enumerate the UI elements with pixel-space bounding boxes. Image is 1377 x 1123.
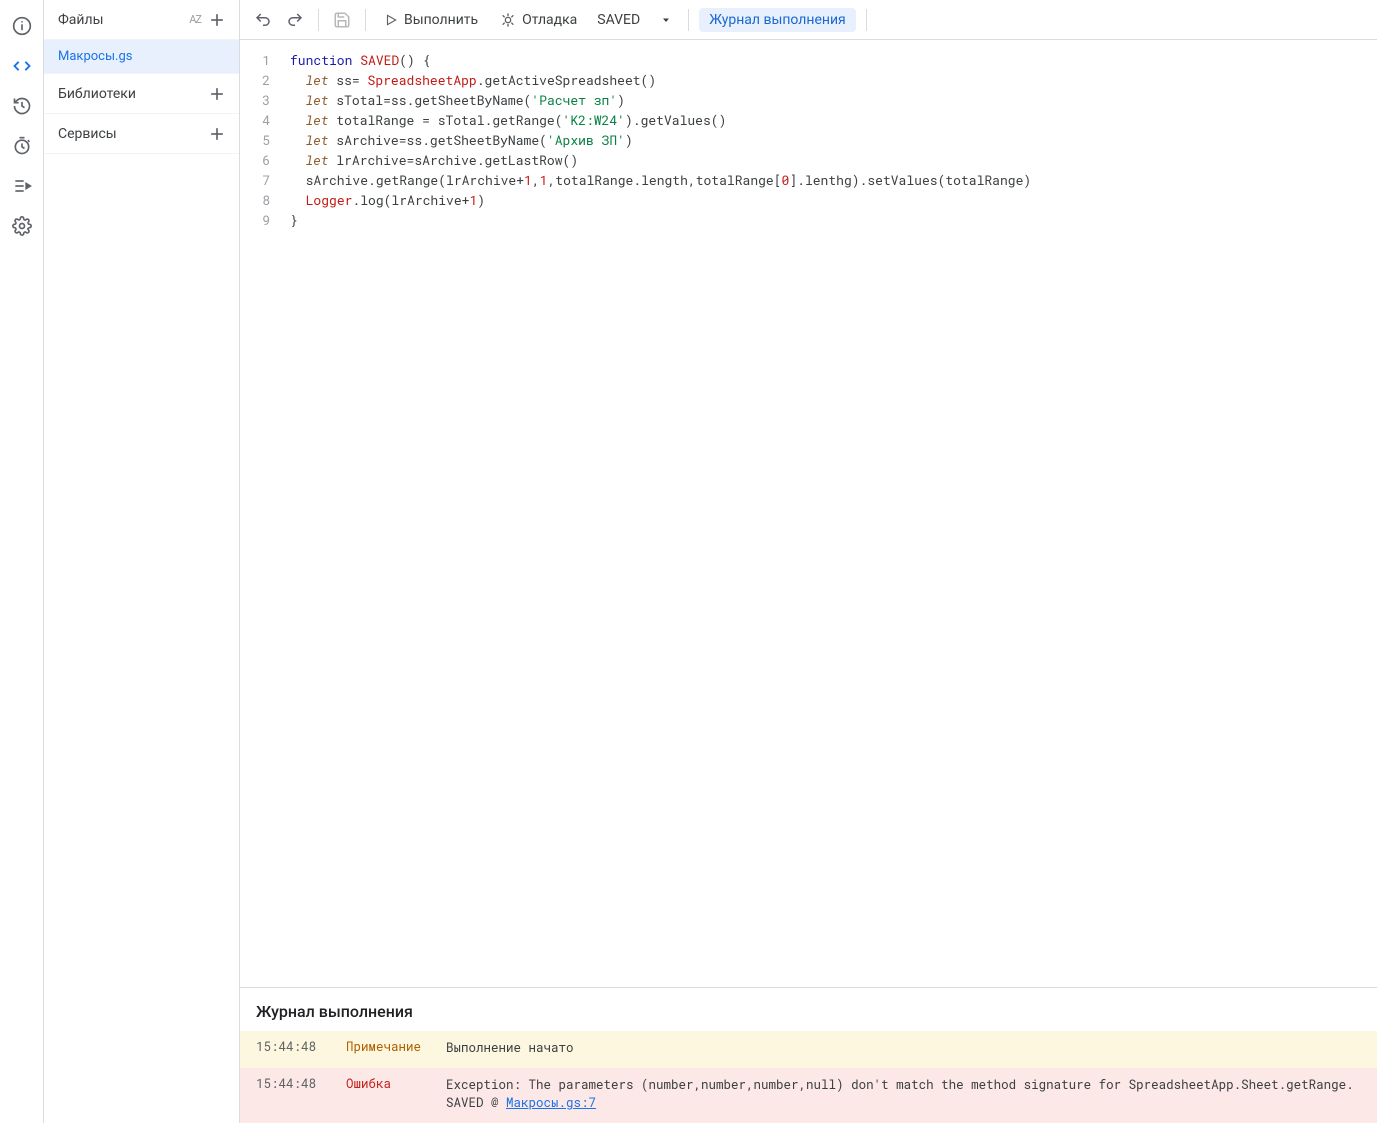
sidebar: Файлы AZ Макросы.gs Библиотеки Сервисы xyxy=(44,0,240,1123)
debug-label: Отладка xyxy=(522,12,577,28)
add-library-button[interactable] xyxy=(207,84,227,104)
left-icon-rail xyxy=(0,0,44,1123)
libraries-label: Библиотеки xyxy=(58,86,207,102)
debug-button[interactable]: Отладка xyxy=(492,6,585,34)
code-line[interactable]: let ss= SpreadsheetApp.getActiveSpreadsh… xyxy=(290,70,1377,90)
add-file-button[interactable] xyxy=(207,10,227,30)
toolbar-separator xyxy=(365,9,366,31)
main-area: Выполнить Отладка SAVED Журнал выполнени… xyxy=(240,0,1377,1123)
code-area[interactable]: function SAVED() { let ss= SpreadsheetAp… xyxy=(280,50,1377,987)
code-line[interactable]: } xyxy=(290,210,1377,230)
executions-icon[interactable] xyxy=(10,174,34,198)
undo-button[interactable] xyxy=(250,6,276,34)
line-number: 8 xyxy=(240,190,270,210)
code-editor[interactable]: 123456789 function SAVED() { let ss= Spr… xyxy=(240,40,1377,987)
log-message: Выполнение начато xyxy=(446,1039,1361,1058)
services-section-header: Сервисы xyxy=(44,114,239,154)
save-button[interactable] xyxy=(329,6,355,34)
code-line[interactable]: let sArchive=ss.getSheetByName('Архив ЗП… xyxy=(290,130,1377,150)
line-number: 2 xyxy=(240,70,270,90)
files-section-header: Файлы AZ xyxy=(44,0,239,40)
log-panel: Журнал выполнения 15:44:48 Примечание Выпо… xyxy=(240,987,1377,1123)
toolbar-separator xyxy=(866,9,867,31)
log-source-link[interactable]: Макросы.gs:7 xyxy=(506,1095,596,1111)
editor-icon[interactable] xyxy=(10,54,34,78)
history-icon[interactable] xyxy=(10,94,34,118)
add-service-button[interactable] xyxy=(207,124,227,144)
line-number: 3 xyxy=(240,90,270,110)
line-number: 1 xyxy=(240,50,270,70)
execution-log-label: Журнал выполнения xyxy=(709,12,846,28)
line-number: 4 xyxy=(240,110,270,130)
log-row: 15:44:48 Ошибка Exception: The parameters … xyxy=(240,1068,1377,1123)
run-label: Выполнить xyxy=(404,12,478,28)
toolbar-separator xyxy=(318,9,319,31)
gutter: 123456789 xyxy=(240,50,280,987)
code-line[interactable]: let sTotal=ss.getSheetByName('Расчет зп'… xyxy=(290,90,1377,110)
log-message: Exception: The parameters (number,number… xyxy=(446,1076,1361,1114)
function-select[interactable]: SAVED xyxy=(591,12,678,28)
code-line[interactable]: let totalRange = sTotal.getRange('K2:W24… xyxy=(290,110,1377,130)
log-timestamp: 15:44:48 xyxy=(256,1039,326,1055)
settings-icon[interactable] xyxy=(10,214,34,238)
line-number: 5 xyxy=(240,130,270,150)
code-line[interactable]: sArchive.getRange(lrArchive+1,1,totalRan… xyxy=(290,170,1377,190)
services-label: Сервисы xyxy=(58,126,207,142)
log-row: 15:44:48 Примечание Выполнение начато xyxy=(240,1031,1377,1068)
log-title: Журнал выполнения xyxy=(240,988,1377,1031)
chevron-down-icon xyxy=(660,14,672,26)
files-label: Файлы xyxy=(58,12,189,28)
log-level: Примечание xyxy=(346,1039,426,1055)
log-level: Ошибка xyxy=(346,1076,426,1092)
line-number: 7 xyxy=(240,170,270,190)
redo-button[interactable] xyxy=(282,6,308,34)
info-icon[interactable] xyxy=(10,14,34,38)
libraries-section-header: Библиотеки xyxy=(44,74,239,114)
line-number: 9 xyxy=(240,210,270,230)
sidebar-file-item[interactable]: Макросы.gs xyxy=(44,40,239,74)
triggers-icon[interactable] xyxy=(10,134,34,158)
function-selected: SAVED xyxy=(597,12,640,28)
code-line[interactable]: Logger.log(lrArchive+1) xyxy=(290,190,1377,210)
toolbar-separator xyxy=(688,9,689,31)
log-timestamp: 15:44:48 xyxy=(256,1076,326,1092)
file-name: Макросы.gs xyxy=(58,49,133,64)
execution-log-button[interactable]: Журнал выполнения xyxy=(699,8,856,32)
toolbar: Выполнить Отладка SAVED Журнал выполнени… xyxy=(240,0,1377,40)
line-number: 6 xyxy=(240,150,270,170)
sort-az-icon[interactable]: AZ xyxy=(189,13,201,26)
code-line[interactable]: let lrArchive=sArchive.getLastRow() xyxy=(290,150,1377,170)
code-line[interactable]: function SAVED() { xyxy=(290,50,1377,70)
run-button[interactable]: Выполнить xyxy=(376,6,486,34)
